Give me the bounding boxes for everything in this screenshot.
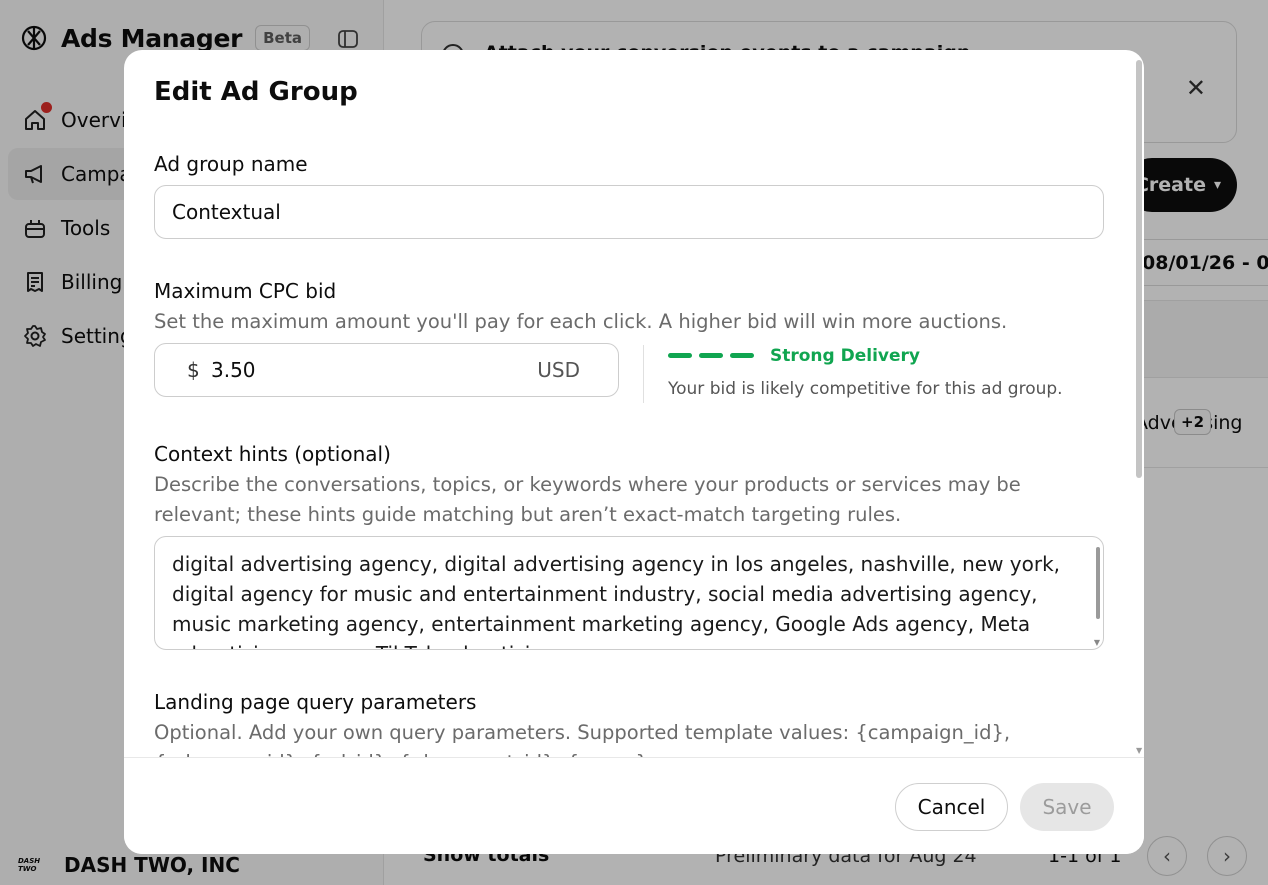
delivery-strength-label: Strong Delivery	[770, 346, 920, 366]
context-hints-description: Describe the conversations, topics, or k…	[154, 473, 1021, 526]
max-cpc-label: Maximum CPC bid	[154, 279, 337, 303]
landing-page-description: Optional. Add your own query parameters.…	[154, 721, 1011, 757]
dialog-footer: Cancel Save	[124, 757, 1144, 854]
scroll-down-arrow-icon[interactable]: ▼	[1136, 746, 1142, 755]
divider	[643, 345, 644, 403]
dialog-body: Edit Ad Group Ad group name Contextual M…	[124, 50, 1144, 757]
ad-group-name-input[interactable]: Contextual	[154, 185, 1104, 239]
landing-page-label: Landing page query parameters	[154, 690, 477, 714]
delivery-bar	[730, 353, 754, 358]
ad-group-name-label: Ad group name	[154, 152, 308, 176]
resize-handle-icon[interactable]: ▼	[1094, 638, 1100, 647]
delivery-strength-indicator	[668, 353, 754, 358]
currency-symbol: $	[187, 358, 200, 382]
delivery-bar	[699, 353, 723, 358]
edit-ad-group-dialog: Edit Ad Group Ad group name Contextual M…	[124, 50, 1144, 854]
bid-value: 3.50	[211, 358, 256, 382]
context-hints-value: digital advertising agency, digital adve…	[172, 552, 1061, 649]
max-cpc-input[interactable]: $ 3.50 USD	[154, 343, 619, 397]
currency-code: USD	[537, 358, 580, 382]
delivery-description: Your bid is likely competitive for this …	[668, 379, 1063, 399]
max-cpc-description: Set the maximum amount you'll pay for ea…	[154, 310, 1008, 333]
save-button[interactable]: Save	[1020, 783, 1114, 831]
textarea-scrollbar[interactable]	[1096, 547, 1100, 619]
dialog-title: Edit Ad Group	[154, 77, 358, 107]
cancel-button[interactable]: Cancel	[895, 783, 1008, 831]
delivery-bar	[668, 353, 692, 358]
dialog-scrollbar[interactable]	[1136, 60, 1142, 478]
context-hints-label: Context hints (optional)	[154, 442, 391, 466]
context-hints-textarea[interactable]: digital advertising agency, digital adve…	[154, 536, 1104, 650]
